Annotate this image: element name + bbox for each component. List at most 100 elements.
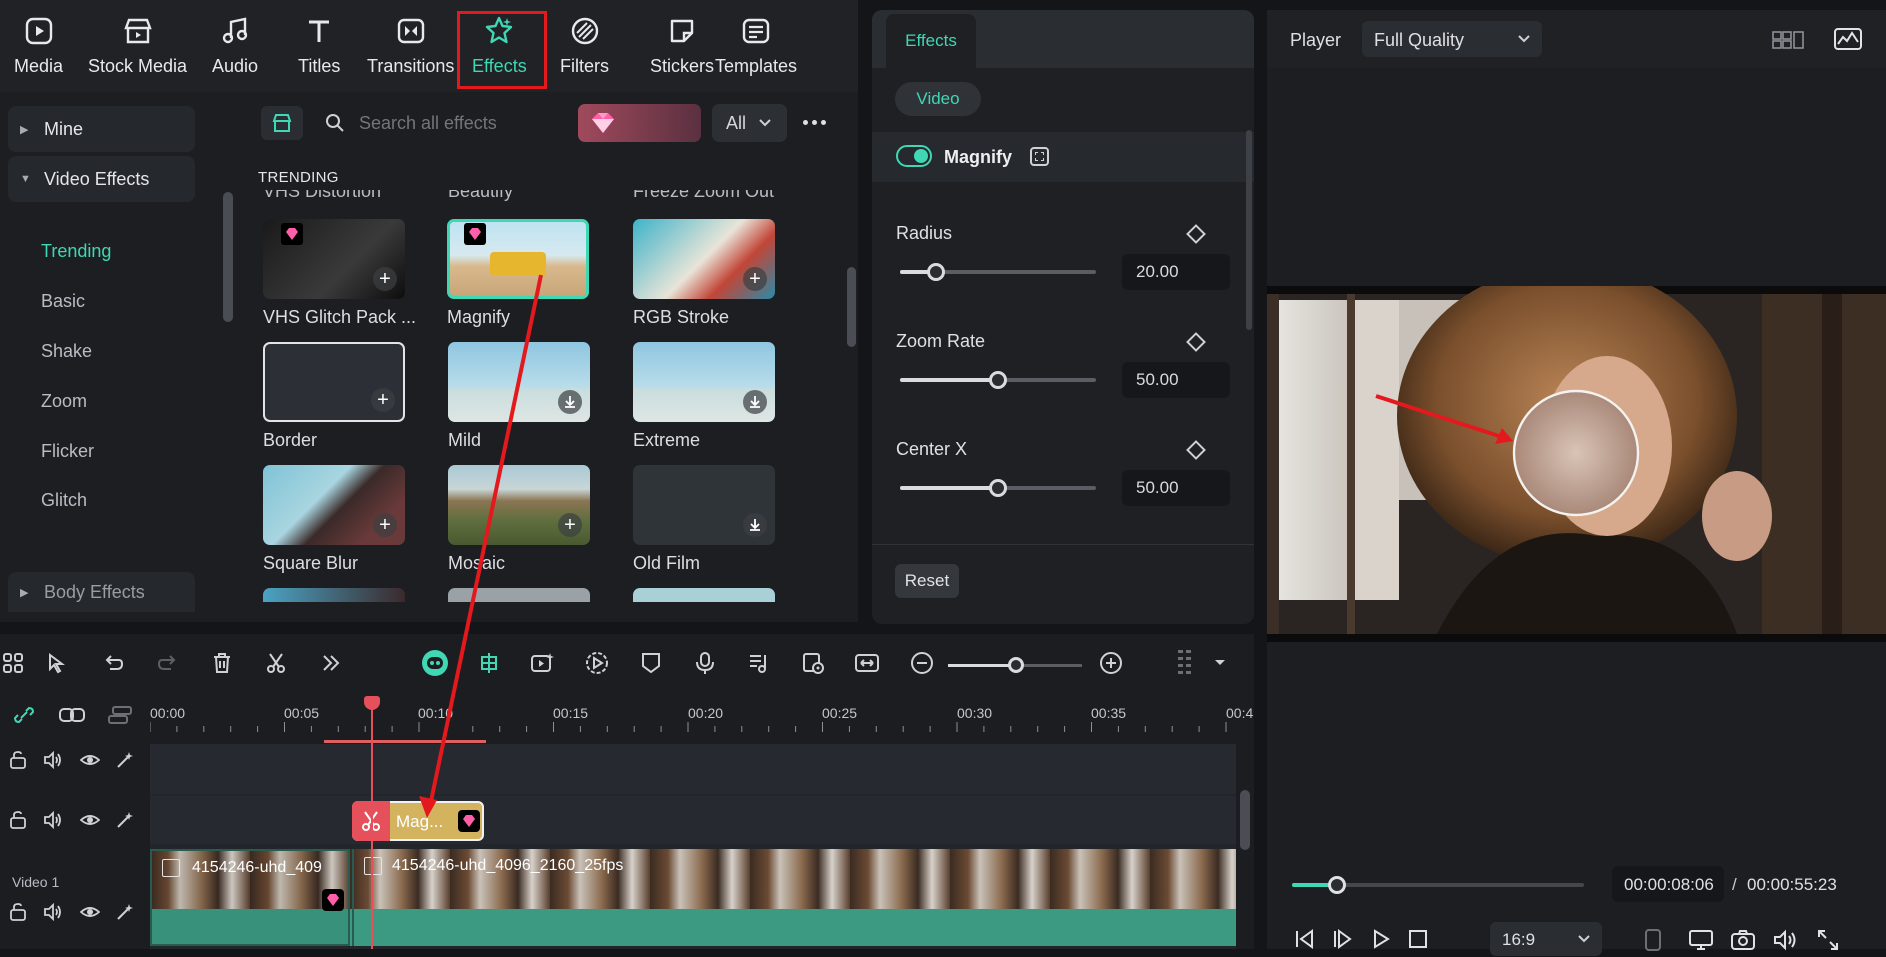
record-mic-icon[interactable] bbox=[692, 650, 718, 676]
props-scrollbar[interactable] bbox=[1246, 130, 1252, 330]
effect-card-border[interactable]: + Border bbox=[263, 342, 405, 451]
download-icon[interactable] bbox=[743, 513, 767, 537]
store-button[interactable] bbox=[261, 106, 303, 140]
add-icon[interactable]: + bbox=[743, 267, 767, 291]
sidebar-item-zoom[interactable]: Zoom bbox=[41, 391, 87, 412]
sidebar-item-flicker[interactable]: Flicker bbox=[41, 441, 94, 462]
subtab-video[interactable]: Video bbox=[895, 82, 981, 116]
add-icon[interactable]: + bbox=[373, 267, 397, 291]
sidebar-item-shake[interactable]: Shake bbox=[41, 341, 92, 362]
snapshot-camera-icon[interactable] bbox=[1730, 928, 1756, 952]
audio-mixer-icon[interactable] bbox=[746, 650, 772, 676]
tab-stock-media[interactable]: Stock Media bbox=[88, 14, 187, 86]
group-link-icon[interactable] bbox=[58, 705, 86, 725]
timeline-zoom-slider[interactable] bbox=[948, 657, 1082, 673]
slider-knob[interactable] bbox=[927, 263, 945, 281]
effect-card-square-blur[interactable]: + Square Blur bbox=[263, 465, 405, 574]
effect-card-mild[interactable]: Mild bbox=[448, 342, 590, 451]
playhead-line[interactable] bbox=[371, 696, 373, 949]
more-options-button[interactable] bbox=[803, 112, 833, 132]
current-time-field[interactable]: 00:00:08:06 bbox=[1612, 866, 1724, 902]
search-box[interactable] bbox=[325, 106, 565, 140]
effect-card-extreme[interactable]: Extreme bbox=[633, 342, 775, 451]
keyframe-diamond-icon[interactable] bbox=[1186, 224, 1206, 244]
zoom-rate-slider[interactable] bbox=[900, 371, 1096, 389]
tab-filters[interactable]: Filters bbox=[560, 14, 609, 86]
mobile-preview-icon[interactable] bbox=[1644, 928, 1662, 952]
filter-dropdown[interactable]: All bbox=[712, 104, 787, 142]
track-mute-icon[interactable] bbox=[43, 810, 61, 830]
playback-progress-bar[interactable] bbox=[1292, 876, 1584, 894]
track-mute-icon[interactable] bbox=[43, 750, 61, 770]
center-x-value-field[interactable]: 50.00 bbox=[1122, 470, 1230, 506]
zoom-out-icon[interactable] bbox=[909, 650, 935, 676]
cut-scissors-icon[interactable] bbox=[263, 650, 289, 676]
tab-media[interactable]: Media bbox=[14, 14, 63, 86]
tab-templates[interactable]: Templates bbox=[715, 14, 797, 86]
track-magic-wand-icon[interactable] bbox=[115, 903, 133, 921]
center-x-slider[interactable] bbox=[900, 479, 1096, 497]
sidebar-scrollbar[interactable] bbox=[223, 192, 233, 322]
prev-frame-icon[interactable] bbox=[1294, 928, 1316, 950]
track-visibility-eye-icon[interactable] bbox=[79, 751, 101, 769]
tab-effects-properties[interactable]: Effects bbox=[886, 14, 976, 68]
slider-knob[interactable] bbox=[989, 371, 1007, 389]
category-mine[interactable]: ▶ Mine bbox=[8, 106, 195, 152]
radius-value-field[interactable]: 20.00 bbox=[1122, 254, 1230, 290]
playback-speed-icon[interactable] bbox=[584, 650, 610, 676]
search-input[interactable] bbox=[359, 112, 559, 134]
preview-render-icon[interactable] bbox=[800, 650, 826, 676]
ai-clip-icon[interactable] bbox=[530, 650, 556, 676]
track-mute-icon[interactable] bbox=[43, 902, 61, 922]
track-lock-icon[interactable] bbox=[9, 811, 27, 829]
redo-icon[interactable] bbox=[155, 650, 181, 676]
select-pointer-icon[interactable] bbox=[45, 650, 71, 676]
dropdown-arrow-icon[interactable] bbox=[1212, 650, 1228, 676]
layout-toggle-icon[interactable] bbox=[1772, 29, 1804, 51]
zoom-in-icon[interactable] bbox=[1098, 650, 1124, 676]
category-body-effects[interactable]: ▶ Body Effects bbox=[8, 572, 195, 612]
track-lock-icon[interactable] bbox=[9, 751, 27, 769]
add-icon[interactable]: + bbox=[558, 513, 582, 537]
effect-card-old-film[interactable]: Old Film bbox=[633, 465, 775, 574]
track-visibility-eye-icon[interactable] bbox=[79, 903, 101, 921]
sidebar-item-basic[interactable]: Basic bbox=[41, 291, 85, 312]
fit-timeline-icon[interactable] bbox=[854, 650, 880, 676]
fullscreen-icon[interactable] bbox=[1816, 928, 1840, 952]
effect-card-mosaic[interactable]: + Mosaic bbox=[448, 465, 590, 574]
undo-icon[interactable] bbox=[100, 650, 126, 676]
tab-titles[interactable]: Titles bbox=[298, 14, 340, 86]
timeline-scrollbar[interactable] bbox=[1240, 790, 1250, 850]
zoom-rate-value-field[interactable]: 50.00 bbox=[1122, 362, 1230, 398]
mask-select-icon[interactable] bbox=[1030, 147, 1049, 166]
track-lock-icon[interactable] bbox=[9, 903, 27, 921]
radius-slider[interactable] bbox=[900, 263, 1096, 281]
video-clip-1[interactable]: 4154246-uhd_409 bbox=[150, 849, 350, 946]
link-icon[interactable] bbox=[12, 705, 36, 725]
effect-toggle-switch[interactable] bbox=[896, 145, 932, 167]
video-clip-2[interactable]: 4154246-uhd_4096_2160_25fps bbox=[352, 849, 1236, 946]
track-magic-wand-icon[interactable] bbox=[115, 811, 133, 829]
effect-card-vhs-glitch-pack[interactable]: + VHS Glitch Pack ... bbox=[263, 219, 416, 328]
add-icon[interactable]: + bbox=[371, 388, 395, 412]
progress-knob[interactable] bbox=[1328, 876, 1346, 894]
download-icon[interactable] bbox=[558, 390, 582, 414]
video-preview[interactable] bbox=[1267, 266, 1886, 642]
track-layout-icon[interactable] bbox=[107, 705, 133, 725]
scopes-icon[interactable] bbox=[1833, 27, 1863, 51]
grip-handle-icon[interactable] bbox=[1176, 650, 1194, 676]
delete-trash-icon[interactable] bbox=[209, 650, 235, 676]
tab-transitions[interactable]: Transitions bbox=[367, 14, 454, 86]
slider-knob[interactable] bbox=[989, 479, 1007, 497]
track-magic-wand-icon[interactable] bbox=[115, 751, 133, 769]
sidebar-item-glitch[interactable]: Glitch bbox=[41, 490, 87, 511]
category-video-effects[interactable]: ▼ Video Effects bbox=[8, 156, 195, 202]
aspect-ratio-dropdown[interactable]: 16:9 bbox=[1490, 922, 1602, 956]
play-icon[interactable] bbox=[1370, 928, 1392, 950]
quality-dropdown[interactable]: Full Quality bbox=[1362, 21, 1542, 57]
display-settings-icon[interactable] bbox=[1688, 928, 1714, 952]
tab-audio[interactable]: Audio bbox=[212, 14, 258, 86]
layout-grid-icon[interactable] bbox=[0, 650, 26, 676]
reset-button[interactable]: Reset bbox=[895, 564, 959, 598]
volume-icon[interactable] bbox=[1772, 928, 1798, 952]
